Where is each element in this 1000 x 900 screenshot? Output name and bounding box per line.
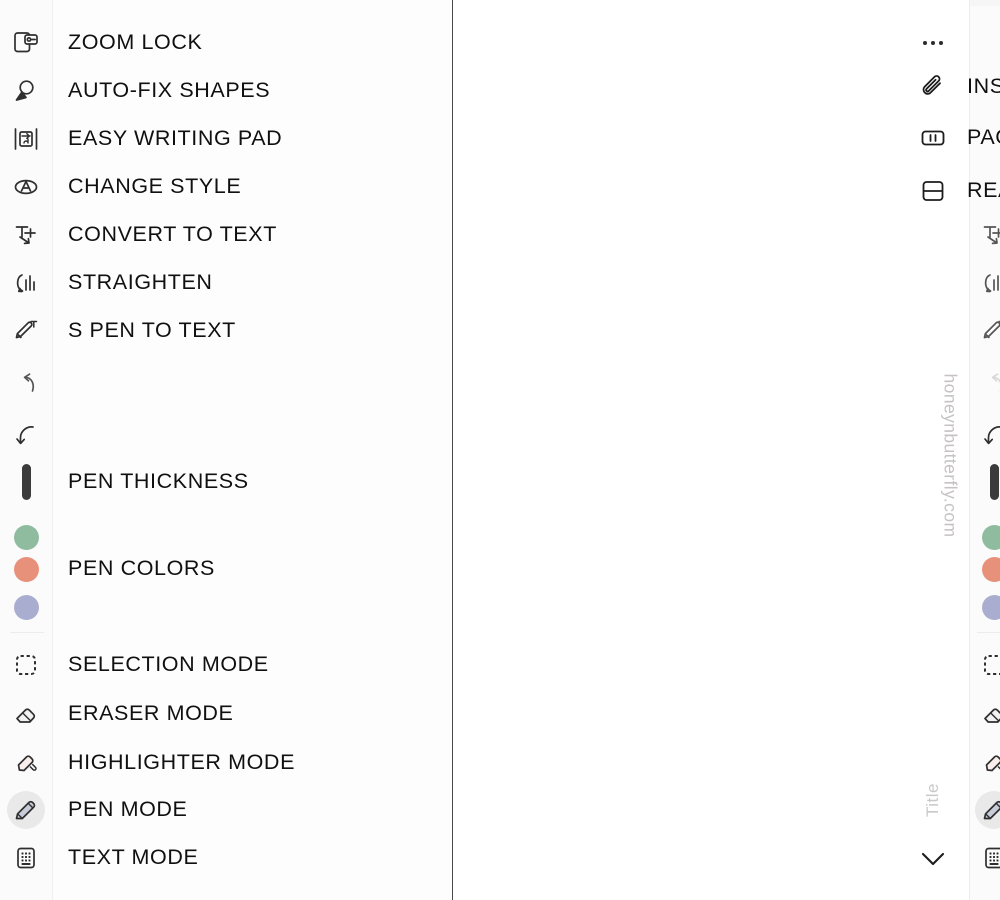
toolbar-section-divider (977, 632, 1000, 633)
overflow-menu-item-label: READING MODE (967, 178, 1000, 203)
screenshot-pane: INSERT PAGE SORTER READING MODE Title (453, 0, 1000, 900)
annotation-pane: ZOOM LOCK AUTO-FIX SHAPES EASY WRITING PAD… (0, 0, 452, 900)
overflow-menu-item[interactable]: READING MODE (915, 174, 1000, 208)
annotation-label: PEN THICKNESS (68, 469, 249, 494)
annotation-row: SELECTION MODE (0, 648, 269, 682)
reading-mode-icon[interactable] (915, 174, 951, 208)
toolbar-top-cap (970, 0, 1000, 6)
toolbar-pen-color-blue[interactable] (970, 590, 1000, 624)
pen-color-green-icon[interactable] (0, 520, 52, 554)
auto-fix-shapes-icon[interactable] (0, 74, 52, 108)
s-pen-to-text-icon[interactable] (0, 314, 52, 348)
text-mode-icon[interactable] (0, 841, 52, 875)
zoom-lock-icon[interactable] (0, 26, 52, 60)
toolbar-selection-mode[interactable] (970, 648, 1000, 682)
annotation-label: AUTO-FIX SHAPES (68, 78, 271, 103)
pen-mode-icon[interactable] (0, 793, 52, 827)
chevron-down-icon[interactable] (917, 845, 949, 873)
annotation-label: SELECTION MODE (68, 652, 269, 677)
toolbar-pen-thickness[interactable] (970, 464, 1000, 500)
toolbar-pen-color-salmon[interactable] (970, 552, 1000, 586)
watermark-text: honeynbutterfly.com (940, 373, 961, 537)
toolbar-straighten[interactable] (970, 266, 1000, 300)
insert-paperclip-icon[interactable] (915, 70, 951, 104)
annotation-row (0, 366, 68, 400)
annotation-row: ERASER MODE (0, 697, 234, 731)
annotation-row: STRAIGHTEN (0, 266, 213, 300)
annotation-label: ERASER MODE (68, 701, 234, 726)
easy-writing-pad-icon[interactable] (0, 122, 52, 156)
undo-icon[interactable] (0, 366, 52, 400)
overflow-menu-item-label: PAGE SORTER (967, 125, 1000, 150)
watermark: honeynbutterfly.com (930, 340, 970, 570)
annotation-row (0, 520, 68, 554)
toolbar-eraser-mode[interactable] (970, 697, 1000, 731)
annotation-row: CONVERT TO TEXT (0, 218, 277, 252)
annotation-row: EASY WRITING PAD (0, 122, 282, 156)
pen-color-salmon-icon[interactable] (0, 552, 52, 586)
annotation-label: ZOOM LOCK (68, 30, 203, 55)
toolbar-pen-mode[interactable] (970, 793, 1000, 827)
selection-mode-icon[interactable] (0, 648, 52, 682)
pen-color-blue-icon[interactable] (0, 590, 52, 624)
annotation-row: S PEN TO TEXT (0, 314, 236, 348)
annotation-row (0, 590, 68, 624)
redo-icon[interactable] (0, 418, 52, 452)
convert-to-text-icon[interactable] (0, 218, 52, 252)
straighten-icon[interactable] (0, 266, 52, 300)
annotation-label: EASY WRITING PAD (68, 126, 283, 151)
overflow-menu-item[interactable]: PAGE SORTER (915, 121, 1000, 155)
annotation-row: AUTO-FIX SHAPES (0, 74, 270, 108)
annotation-row: PEN COLORS (0, 552, 215, 586)
more-options-icon[interactable] (915, 26, 951, 60)
annotation-label: CONVERT TO TEXT (68, 222, 277, 247)
annotation-label: CHANGE STYLE (68, 174, 242, 199)
toolbar-pen-color-green[interactable] (970, 520, 1000, 554)
toolbar-s-pen-to-text[interactable] (970, 314, 1000, 348)
title-handle[interactable]: Title (913, 770, 953, 830)
highlighter-mode-icon[interactable] (0, 746, 52, 780)
annotation-label: PEN MODE (68, 797, 188, 822)
annotation-label: STRAIGHTEN (68, 270, 213, 295)
toolbar-text-mode[interactable] (970, 841, 1000, 875)
annotation-row: CHANGE STYLE (0, 170, 241, 204)
annotation-row (0, 418, 68, 452)
annotation-section-divider (10, 632, 44, 633)
change-style-icon[interactable] (0, 170, 52, 204)
page-sorter-icon[interactable] (915, 121, 951, 155)
overflow-menu-item-label: INSERT (967, 74, 1000, 99)
toolbar-redo[interactable] (970, 418, 1000, 452)
toolbar-undo[interactable] (970, 366, 1000, 400)
annotation-label: TEXT MODE (68, 845, 199, 870)
annotation-row: HIGHLIGHTER MODE (0, 746, 295, 780)
toolbar-convert-to-text[interactable] (970, 218, 1000, 252)
annotation-row: ZOOM LOCK (0, 26, 202, 60)
annotation-row: PEN MODE (0, 793, 187, 827)
pen-thickness-icon[interactable] (0, 464, 52, 500)
annotation-label: HIGHLIGHTER MODE (68, 750, 296, 775)
title-handle-label: Title (923, 783, 942, 817)
annotation-row: TEXT MODE (0, 841, 198, 875)
overflow-menu-item[interactable]: INSERT (915, 70, 1000, 104)
eraser-mode-icon[interactable] (0, 697, 52, 731)
annotation-label: PEN COLORS (68, 556, 215, 581)
annotation-label: S PEN TO TEXT (68, 318, 236, 343)
annotation-row: PEN THICKNESS (0, 464, 249, 500)
toolbar-highlighter-mode[interactable] (970, 746, 1000, 780)
